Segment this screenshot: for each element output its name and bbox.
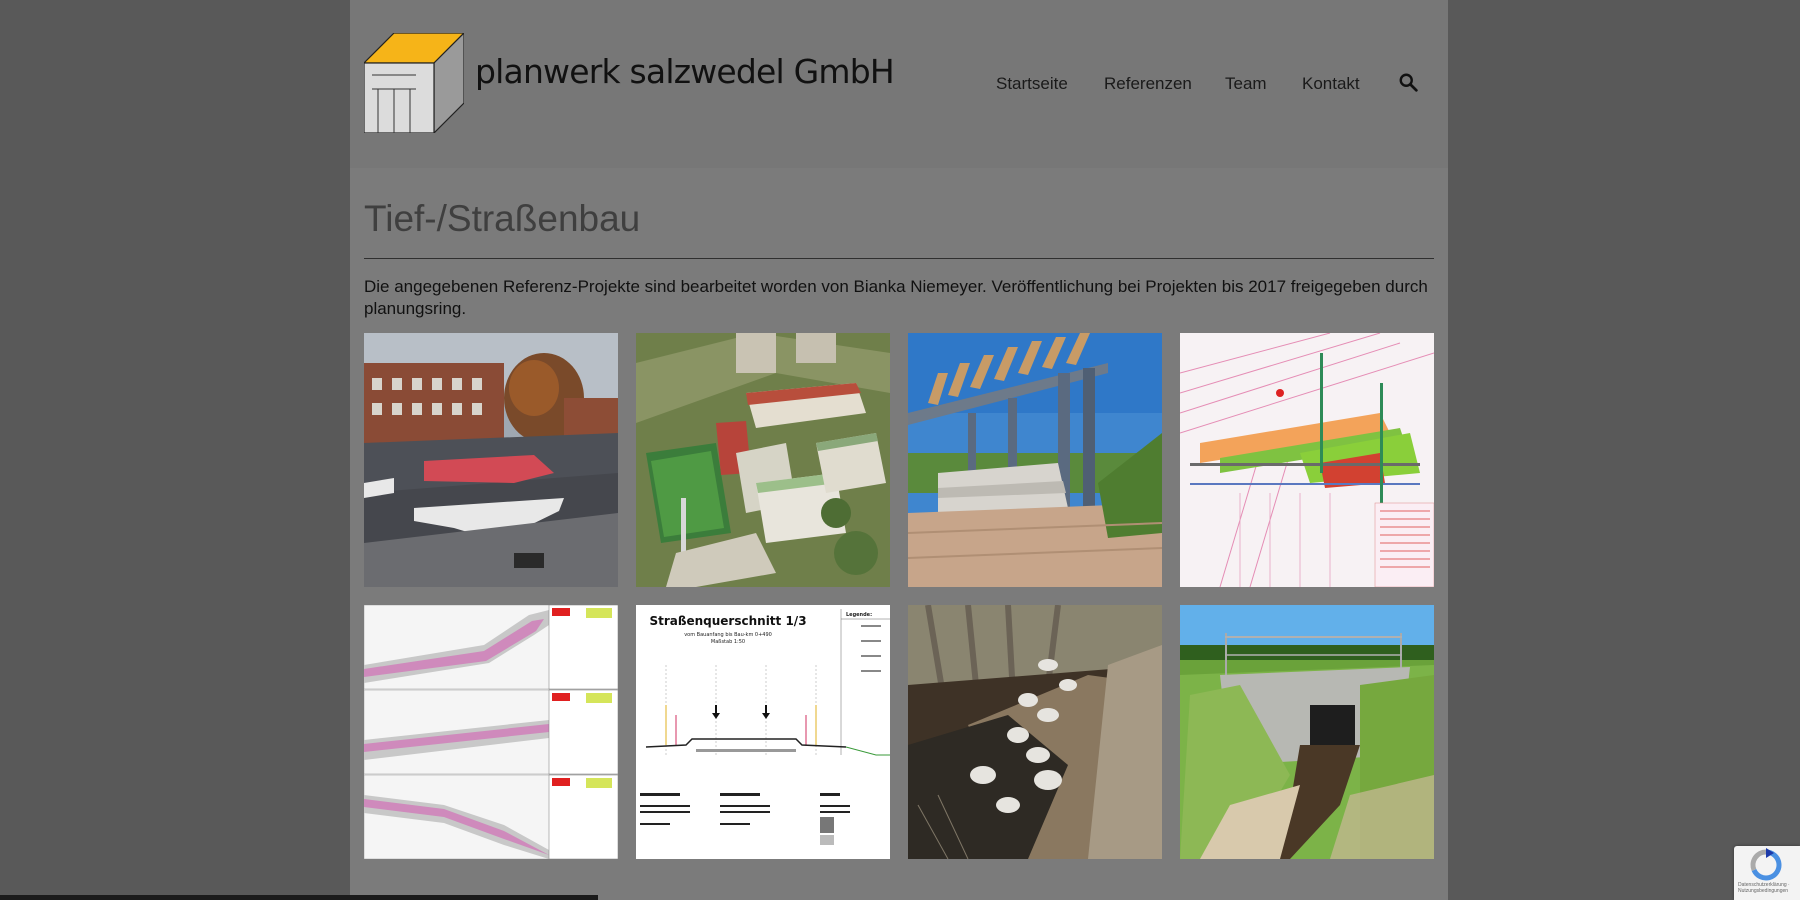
brand-name[interactable]: planwerk salzwedel GmbH (475, 52, 895, 91)
page-container: planwerk salzwedel GmbH Startseite Refer… (350, 0, 1448, 900)
nav-startseite[interactable]: Startseite (996, 74, 1068, 94)
gallery-image-stream-stones[interactable] (908, 605, 1162, 859)
gallery-image-pergola[interactable] (908, 333, 1162, 587)
company-logo[interactable] (364, 33, 464, 133)
title-divider (364, 258, 1434, 259)
gallery-image-road-plans[interactable] (364, 605, 618, 859)
cookie-bar (0, 895, 598, 900)
drawing-title: Straßenquerschnitt 1/3 (649, 614, 806, 628)
site-header: planwerk salzwedel GmbH Startseite Refer… (350, 0, 1448, 168)
gallery-image-aerial-school[interactable] (636, 333, 890, 587)
page-title: Tief-/Straßenbau (364, 198, 641, 239)
gallery-image-helipad[interactable] (364, 333, 618, 587)
drawing-legend: Legende: (846, 612, 872, 618)
drawing-scale: Maßstab 1:50 (711, 639, 745, 645)
recaptcha-icon (1750, 848, 1782, 881)
nav-referenzen[interactable]: Referenzen (1104, 74, 1192, 94)
gallery-image-cross-section[interactable]: Straßenquerschnitt 1/3 vom Bauanfang bis… (636, 605, 890, 859)
nav-kontakt[interactable]: Kontakt (1302, 74, 1360, 94)
gallery-image-plan-drawing[interactable] (1180, 333, 1434, 587)
intro-text: Die angegebenen Referenz-Projekte sind b… (364, 277, 1428, 318)
gallery-image-culvert[interactable] (1180, 605, 1434, 859)
nav-team[interactable]: Team (1225, 74, 1267, 94)
search-icon[interactable] (1398, 72, 1420, 94)
recaptcha-badge[interactable]: Datenschutzerklärung · Nutzungsbedingung… (1734, 846, 1800, 900)
drawing-subtitle: vom Bauanfang bis Bau-km 0+490 (684, 632, 772, 638)
recaptcha-text: Datenschutzerklärung · Nutzungsbedingung… (1738, 882, 1790, 894)
